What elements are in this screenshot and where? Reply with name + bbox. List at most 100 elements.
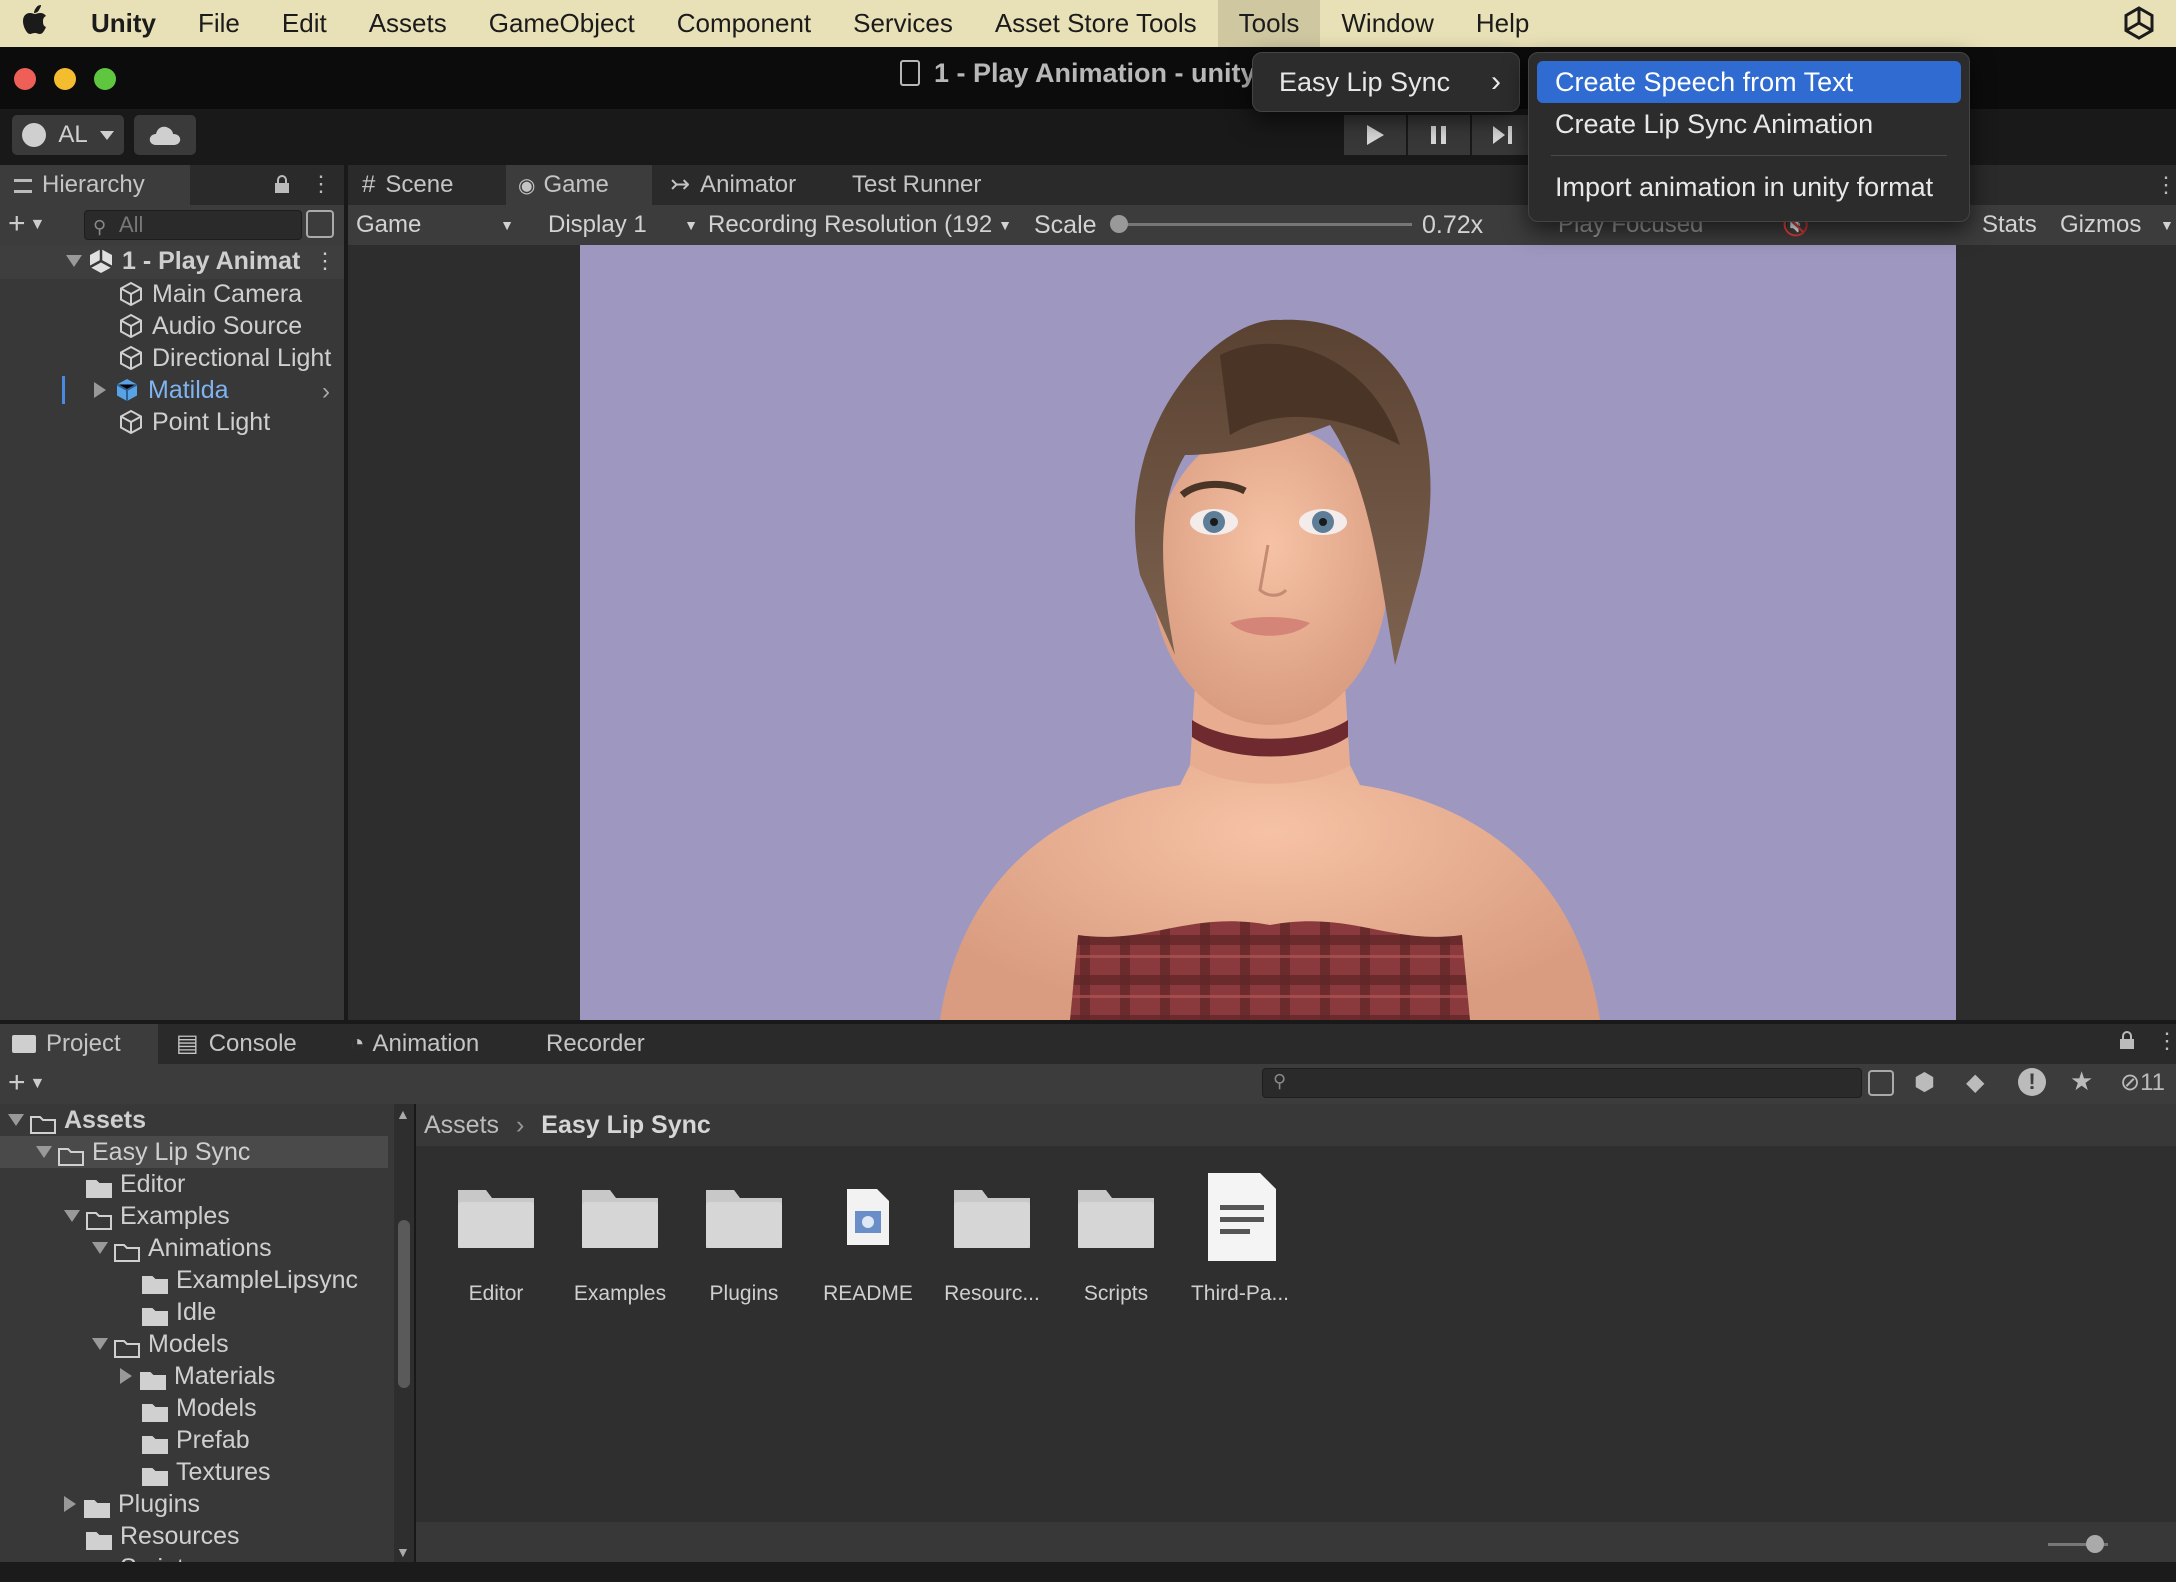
hierarchy-item-point-light[interactable]: Point Light xyxy=(118,406,270,438)
step-button[interactable] xyxy=(1472,115,1534,155)
project-tree-item[interactable]: Prefab xyxy=(120,1424,250,1456)
project-tree-item[interactable]: Animations xyxy=(92,1232,272,1264)
expand-arrow-icon[interactable] xyxy=(92,1338,108,1350)
asset-item[interactable]: Examples xyxy=(558,1172,682,1312)
project-tree-item[interactable]: Assets xyxy=(8,1104,146,1136)
menu-item-create-speech-from-text[interactable]: Create Speech from Text xyxy=(1537,61,1961,103)
asset-item[interactable]: Editor xyxy=(434,1172,558,1312)
filter-by-label-icon[interactable]: ◆ xyxy=(1966,1068,1984,1097)
scroll-up-icon[interactable]: ▲ xyxy=(396,1106,410,1122)
create-asset-button[interactable]: + ▼ xyxy=(8,1066,45,1101)
zoom-window-button[interactable] xyxy=(94,68,116,90)
tree-scrollbar-thumb[interactable] xyxy=(398,1220,410,1388)
icon-size-slider-thumb[interactable] xyxy=(2086,1535,2104,1553)
resolution-dropdown[interactable]: Recording Resolution (192 ▼ xyxy=(700,205,1018,245)
asset-item[interactable]: Third-Pa... xyxy=(1178,1172,1302,1312)
scene-options-icon[interactable]: ⋮ xyxy=(314,248,336,274)
asset-item[interactable]: README xyxy=(806,1172,930,1312)
menu-assets[interactable]: Assets xyxy=(348,0,468,47)
stats-button[interactable]: Stats xyxy=(1982,205,2037,245)
scale-slider-track[interactable] xyxy=(1112,223,1412,226)
project-tree-item[interactable]: Textures xyxy=(120,1456,270,1488)
minimize-window-button[interactable] xyxy=(54,68,76,90)
kebab-menu-icon[interactable]: ⋮ xyxy=(310,172,332,196)
filter-by-type-icon[interactable]: ⬢ xyxy=(1914,1068,1935,1097)
hierarchy-item-main-camera[interactable]: Main Camera xyxy=(118,278,302,310)
asset-item[interactable]: Resourc... xyxy=(930,1172,1054,1312)
expand-arrow-icon[interactable] xyxy=(64,1210,80,1222)
tab-project[interactable]: Project xyxy=(0,1024,158,1064)
view-options-icon[interactable]: ⋮ xyxy=(2155,172,2176,198)
expand-arrow-icon[interactable] xyxy=(8,1114,24,1126)
project-tree-item[interactable]: Models xyxy=(92,1328,229,1360)
asset-item[interactable]: Plugins xyxy=(682,1172,806,1312)
play-button[interactable] xyxy=(1344,115,1406,155)
gizmos-button[interactable]: Gizmos xyxy=(2060,205,2141,245)
display-dropdown[interactable]: Display 1 ▼ xyxy=(540,205,698,245)
tab-console[interactable]: ▤ Console xyxy=(176,1024,336,1064)
hidden-packages-toggle[interactable]: ⊘11 xyxy=(2120,1068,2165,1097)
favorites-star-icon[interactable]: ★ xyxy=(2070,1066,2093,1097)
project-tree-item[interactable]: Idle xyxy=(120,1296,216,1328)
project-tree-item[interactable]: Editor xyxy=(64,1168,185,1200)
lock-icon[interactable] xyxy=(273,174,291,194)
menu-item-easy-lip-sync[interactable]: Easy Lip Sync › xyxy=(1261,61,1511,103)
hierarchy-item-audio-source[interactable]: Audio Source xyxy=(118,310,302,342)
tree-scrollbar[interactable]: ▲ ▼ xyxy=(394,1104,414,1564)
close-window-button[interactable] xyxy=(14,68,36,90)
menu-unity[interactable]: Unity xyxy=(70,0,177,47)
tab-test-runner[interactable]: Test Runner xyxy=(852,165,1012,205)
menu-tools[interactable]: Tools xyxy=(1217,0,1321,47)
menu-item-import-animation[interactable]: Import animation in unity format xyxy=(1537,166,1961,208)
tab-recorder[interactable]: Recorder xyxy=(546,1024,686,1064)
chevron-right-icon[interactable]: › xyxy=(322,378,330,406)
project-tree-item[interactable]: Examples xyxy=(64,1200,230,1232)
tab-game[interactable]: ◉ Game xyxy=(506,165,652,205)
scene-root[interactable]: 1 - Play Animat xyxy=(66,245,300,277)
expand-arrow-icon[interactable] xyxy=(36,1146,52,1158)
collapse-arrow-icon[interactable] xyxy=(120,1368,132,1384)
menu-item-create-lip-sync-animation[interactable]: Create Lip Sync Animation xyxy=(1537,103,1961,145)
cloud-button[interactable] xyxy=(134,115,196,155)
hierarchy-item-matilda[interactable]: Matilda xyxy=(94,374,229,406)
game-view-viewport[interactable] xyxy=(580,245,1956,1020)
menu-help[interactable]: Help xyxy=(1455,0,1550,47)
lock-icon[interactable] xyxy=(2118,1030,2136,1050)
chevron-down-icon[interactable]: ▼ xyxy=(2160,205,2174,245)
expand-arrow-icon[interactable] xyxy=(92,1242,108,1254)
scroll-down-icon[interactable]: ▼ xyxy=(396,1544,410,1560)
menu-window[interactable]: Window xyxy=(1320,0,1454,47)
project-tree-item[interactable]: Materials xyxy=(120,1360,275,1392)
project-tree-item[interactable]: ExampleLipsync xyxy=(120,1264,358,1296)
tab-scene[interactable]: # Scene xyxy=(362,165,502,205)
menu-services[interactable]: Services xyxy=(832,0,974,47)
menu-asset-store-tools[interactable]: Asset Store Tools xyxy=(974,0,1218,47)
tab-animator[interactable]: ↣ Animator xyxy=(670,165,820,205)
pause-button[interactable] xyxy=(1408,115,1470,155)
menu-file[interactable]: File xyxy=(177,0,261,47)
menu-edit[interactable]: Edit xyxy=(261,0,348,47)
game-view-dropdown[interactable]: Game ▼ xyxy=(348,205,524,245)
hierarchy-item-directional-light[interactable]: Directional Light xyxy=(118,342,331,374)
menu-component[interactable]: Component xyxy=(656,0,832,47)
breadcrumb-easy-lip-sync[interactable]: Easy Lip Sync xyxy=(541,1111,711,1139)
add-object-button[interactable]: + ▼ xyxy=(8,207,64,241)
menu-gameobject[interactable]: GameObject xyxy=(468,0,656,47)
scene-visibility-icon[interactable] xyxy=(306,210,334,238)
tab-hierarchy[interactable]: Hierarchy xyxy=(0,165,190,205)
asset-item[interactable]: Scripts xyxy=(1054,1172,1178,1312)
apple-icon[interactable] xyxy=(0,4,70,43)
collapse-arrow-icon[interactable] xyxy=(64,1496,76,1512)
search-by-type-icon[interactable] xyxy=(1868,1070,1894,1096)
scale-slider-thumb[interactable] xyxy=(1110,215,1128,233)
project-tree-item[interactable]: Easy Lip Sync xyxy=(36,1136,250,1168)
log-type-icon[interactable]: ! xyxy=(2018,1068,2046,1096)
breadcrumb-assets[interactable]: Assets xyxy=(424,1111,499,1139)
tab-animation[interactable]: ◔ Animation xyxy=(350,1024,510,1064)
hierarchy-search-input[interactable]: ⚲ All xyxy=(84,210,302,240)
account-dropdown[interactable]: AL xyxy=(12,115,124,155)
project-tree-item[interactable]: Models xyxy=(120,1392,257,1424)
project-tree-item[interactable]: Plugins xyxy=(64,1488,200,1520)
kebab-menu-icon[interactable]: ⋮ xyxy=(2156,1028,2176,1054)
project-search-input[interactable]: ⚲ xyxy=(1262,1068,1862,1098)
